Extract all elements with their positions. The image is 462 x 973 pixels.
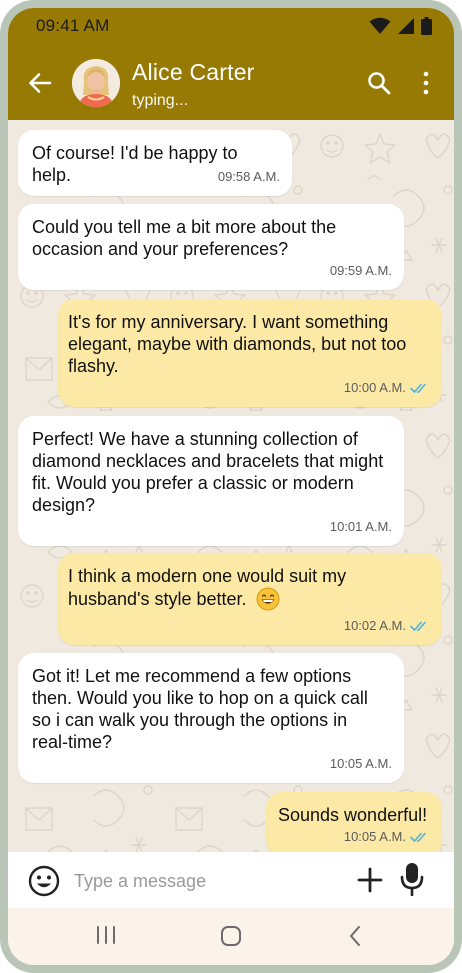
message-time: 10:02 A.M. <box>343 618 406 633</box>
message-text: Got it! Let me recommend a few options t… <box>32 666 368 752</box>
avatar-portrait <box>72 59 120 107</box>
status-time: 09:41 AM <box>36 16 110 35</box>
message-text-content: I think a modern one would suit my husba… <box>68 566 347 609</box>
back-icon[interactable] <box>348 925 362 947</box>
message-text: Could you tell me a bit more about the o… <box>32 217 337 259</box>
message-text: Sounds wonderful! <box>278 805 428 825</box>
message-bubble-incoming[interactable]: Got it! Let me recommend a few options t… <box>18 653 404 783</box>
status-icons <box>369 17 432 35</box>
double-check-icon <box>410 621 426 631</box>
grinning-face-emoji-icon <box>256 587 280 611</box>
wifi-icon <box>369 17 391 34</box>
message-bubble-incoming[interactable]: Could you tell me a bit more about the o… <box>18 204 404 290</box>
message-composer <box>8 852 454 908</box>
message-time: 10:05 A.M. <box>343 829 406 844</box>
message-meta: 09:59 A.M. <box>330 260 392 282</box>
message-text: It's for my anniversary. I want somethin… <box>68 312 407 376</box>
message-time: 09:59 A.M. <box>329 263 392 278</box>
cellular-signal-icon <box>398 18 414 34</box>
message-time: 10:05 A.M. <box>329 756 392 771</box>
double-check-icon <box>410 383 426 393</box>
status-bar: 09:41 AM <box>8 8 454 44</box>
message-input[interactable] <box>72 862 336 900</box>
search-icon[interactable] <box>366 70 392 96</box>
message-meta: 10:05 A.M. <box>344 826 430 848</box>
contact-name[interactable]: Alice Carter <box>132 59 255 86</box>
home-icon[interactable] <box>220 925 242 947</box>
plus-icon[interactable] <box>356 866 384 894</box>
system-nav-bar <box>8 908 454 965</box>
double-check-icon <box>410 832 426 842</box>
recent-apps-icon[interactable] <box>95 925 117 945</box>
phone-screen: 09:41 AM Alice Carter typing... Of cours… <box>8 8 454 965</box>
contact-avatar[interactable] <box>72 59 120 107</box>
message-meta: 10:05 A.M. <box>330 753 392 775</box>
emoji-icon[interactable] <box>28 865 60 897</box>
microphone-icon[interactable] <box>400 862 424 896</box>
chat-header: Alice Carter typing... <box>8 44 454 120</box>
message-list[interactable]: Of course! I'd be happy to help. 09:58 A… <box>8 120 454 852</box>
message-bubble-incoming[interactable]: Of course! I'd be happy to help. 09:58 A… <box>18 130 292 196</box>
message-bubble-incoming[interactable]: Perfect! We have a stunning collection o… <box>18 416 404 546</box>
more-vertical-icon[interactable] <box>418 70 434 96</box>
contact-status: typing... <box>132 92 189 109</box>
back-arrow-icon[interactable] <box>26 69 54 97</box>
message-time: 09:58 A.M. <box>217 169 280 184</box>
message-meta: 10:02 A.M. <box>344 615 430 637</box>
message-meta: 09:58 A.M. <box>218 166 280 188</box>
battery-icon <box>421 17 432 35</box>
message-bubble-outgoing[interactable]: It's for my anniversary. I want somethin… <box>58 299 442 407</box>
phone-frame: 09:41 AM Alice Carter typing... Of cours… <box>0 0 462 973</box>
message-meta: 10:00 A.M. <box>344 377 430 399</box>
message-text: Perfect! We have a stunning collection o… <box>32 429 384 515</box>
message-bubble-outgoing[interactable]: I think a modern one would suit my husba… <box>58 553 442 645</box>
message-meta: 10:01 A.M. <box>330 516 392 538</box>
message-bubble-outgoing[interactable]: Sounds wonderful! 10:05 A.M. <box>266 792 442 852</box>
message-time: 10:01 A.M. <box>329 519 392 534</box>
message-text: I think a modern one would suit my husba… <box>68 565 432 611</box>
message-time: 10:00 A.M. <box>343 380 406 395</box>
